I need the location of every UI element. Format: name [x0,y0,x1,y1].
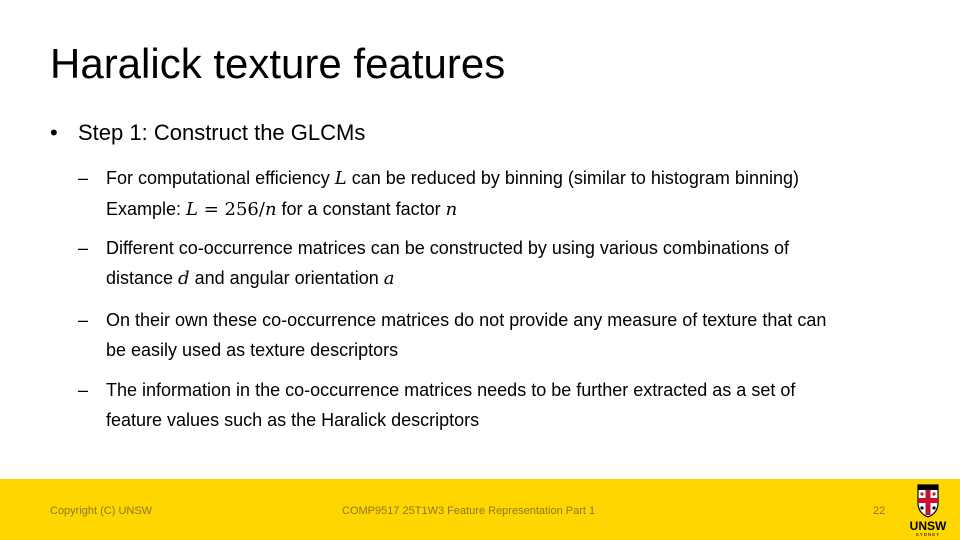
slide-title: Haralick texture features [50,40,506,87]
dash-marker: – [78,310,89,330]
math-var-n: n [264,199,277,220]
text-run: distance [106,268,179,288]
math-var-a: a [383,268,395,289]
math-var-n: n [445,199,458,220]
footer-course: COMP9517 25T1W3 Feature Representation P… [342,505,596,517]
sub-bullet-text: For computational efficiency L can be re… [106,163,926,225]
math-var-d: d [178,268,190,289]
text-run: be easily used as texture descriptors [106,340,399,360]
footer-copyright: Copyright (C) UNSW [50,505,153,517]
text-run: Different co-occurrence matrices can be … [106,238,789,258]
math-eq: = 256/ [198,199,265,220]
math-var-L: L [186,199,198,220]
logo-text: UNSW [910,519,947,533]
logo-subtext: SYDNEY [916,532,941,537]
bullet-text: Step 1: Construct the GLCMs [78,120,366,145]
math-var-L: L [334,168,347,189]
footer-page-number: 22 [873,505,886,517]
sub-bullet-text: On their own these co-occurrence matrice… [106,305,926,365]
text-run: for a constant factor [276,199,446,219]
footer-bar: Copyright (C) UNSW COMP9517 25T1W3 Featu… [0,479,960,540]
bullet-marker: • [50,120,58,145]
text-run: and angular orientation [189,268,384,288]
dash-marker: – [78,168,89,188]
sub-bullet-text: The information in the co-occurrence mat… [106,375,926,435]
text-run: The information in the co-occurrence mat… [106,380,796,400]
unsw-logo: UNSW SYDNEY [910,484,947,537]
text-run: can be reduced by binning (similar to hi… [346,168,799,188]
text-run: feature values such as the Haralick desc… [106,410,480,430]
text-run: Example: [106,199,187,219]
dash-marker: – [78,238,89,258]
dash-marker: – [78,380,89,400]
text-run: On their own these co-occurrence matrice… [106,310,827,330]
sub-bullet-text: Different co-occurrence matrices can be … [106,233,926,294]
text-run: For computational efficiency [106,168,335,188]
